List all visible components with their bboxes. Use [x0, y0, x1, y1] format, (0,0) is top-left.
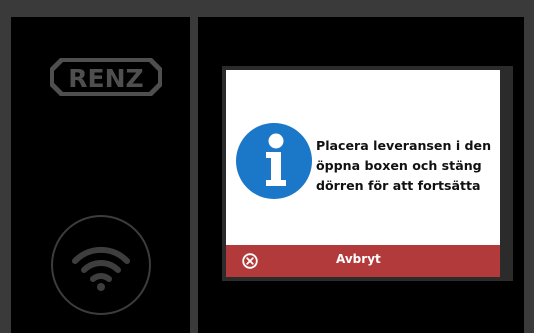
device-frame: RENZ Placera leveransen i den öppna boxe…: [0, 0, 534, 333]
wifi-icon: [72, 246, 130, 291]
cancel-circle-icon: [242, 253, 258, 269]
logo-text: RENZ: [68, 64, 143, 93]
delivery-dialog: Placera leveransen i den öppna boxen och…: [226, 70, 500, 277]
cancel-label: Avbryt: [336, 252, 381, 266]
wifi-status: [51, 215, 151, 315]
renz-logo: RENZ: [50, 58, 162, 96]
message-line-2: öppna boxen och stäng: [316, 158, 482, 173]
message-line-3: dörren för att fortsätta: [316, 178, 481, 193]
info-icon: [235, 122, 313, 200]
message-line-1: Placera leveransen i den: [316, 138, 492, 153]
cancel-button[interactable]: Avbryt: [226, 245, 500, 277]
dialog-message: Placera leveransen i den öppna boxen och…: [316, 136, 496, 196]
